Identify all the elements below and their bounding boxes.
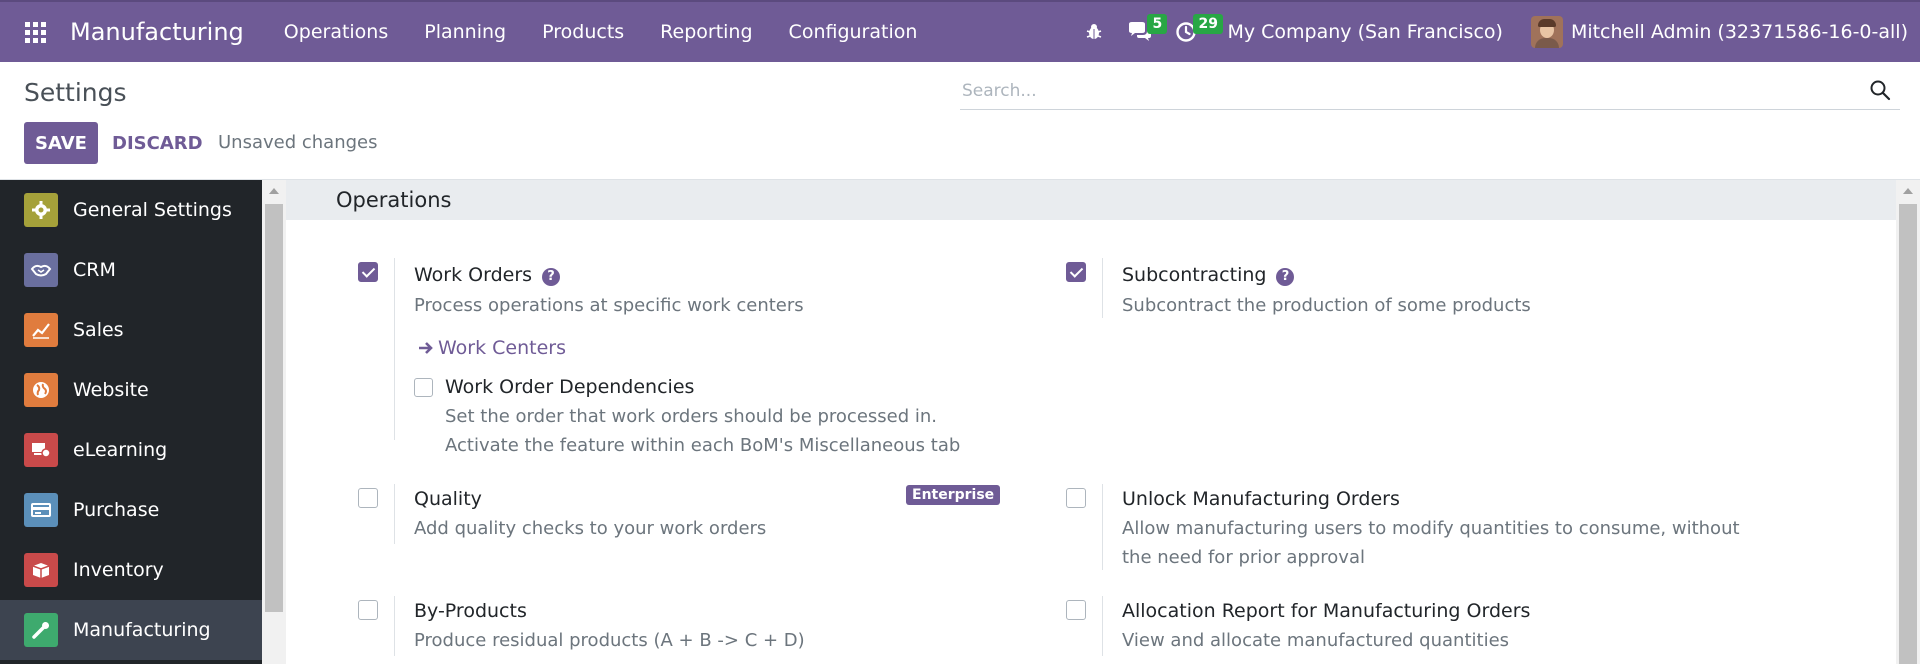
by-products-title: By-Products xyxy=(414,600,527,622)
quality-title: Quality xyxy=(414,488,482,510)
arrow-right-icon xyxy=(419,342,433,354)
discard-button[interactable]: DISCARD xyxy=(112,122,203,164)
work-orders-desc: Process operations at specific work cent… xyxy=(414,295,804,316)
sidebar-item-label: CRM xyxy=(73,259,116,281)
chart-icon xyxy=(24,313,58,347)
gear-icon xyxy=(24,193,58,227)
section-title: Operations xyxy=(286,180,1896,220)
unlock-mo-checkbox[interactable] xyxy=(1066,488,1086,508)
sidebar-item-label: Inventory xyxy=(73,559,164,581)
sidebar-item-elearning[interactable]: eLearning xyxy=(0,420,262,480)
menu-products[interactable]: Products xyxy=(524,2,642,62)
settings-sidebar: General Settings CRM Sales Website eLear… xyxy=(0,180,262,664)
unlock-mo-desc: Allow manufacturing users to modify quan… xyxy=(1122,518,1740,568)
apps-menu-icon[interactable] xyxy=(0,2,70,62)
user-name: Mitchell Admin (32371586-16-0-all) xyxy=(1570,21,1908,43)
wrench-icon xyxy=(24,613,58,647)
debug-icon[interactable] xyxy=(1071,2,1117,62)
sidebar-item-label: eLearning xyxy=(73,439,168,461)
allocation-report-checkbox[interactable] xyxy=(1066,600,1086,620)
subcontracting-desc: Subcontract the production of some produ… xyxy=(1122,295,1531,316)
work-order-dependencies-title: Work Order Dependencies xyxy=(445,376,695,398)
sidebar-item-purchase[interactable]: Purchase xyxy=(0,480,262,540)
user-menu[interactable]: Mitchell Admin (32371586-16-0-all) xyxy=(1521,16,1920,48)
help-icon[interactable]: ? xyxy=(1276,267,1295,286)
company-switcher[interactable]: My Company (San Francisco) xyxy=(1209,21,1520,43)
menu-planning[interactable]: Planning xyxy=(406,2,524,62)
work-orders-checkbox[interactable] xyxy=(358,262,378,282)
sidebar-item-manufacturing[interactable]: Manufacturing xyxy=(0,600,262,660)
activities-count-badge: 29 xyxy=(1193,14,1223,34)
card-icon xyxy=(24,493,58,527)
activities-icon[interactable]: 29 xyxy=(1163,2,1223,62)
sidebar-item-inventory[interactable]: Inventory xyxy=(0,540,262,600)
enterprise-badge: Enterprise xyxy=(906,485,1001,505)
sidebar-item-label: Website xyxy=(73,379,149,401)
handshake-icon xyxy=(24,253,58,287)
save-button[interactable]: SAVE xyxy=(24,122,98,164)
sidebar-item-label: Sales xyxy=(73,319,124,341)
by-products-checkbox[interactable] xyxy=(358,600,378,620)
settings-content: Operations Work Orders? Process operatio… xyxy=(286,180,1896,664)
allocation-report-desc: View and allocate manufactured quantitie… xyxy=(1122,630,1510,651)
search-bar xyxy=(960,74,1900,110)
work-order-dependencies-desc: Set the order that work orders should be… xyxy=(445,406,961,456)
menu-configuration[interactable]: Configuration xyxy=(771,2,936,62)
menu-operations[interactable]: Operations xyxy=(266,2,406,62)
sidebar-item-website[interactable]: Website xyxy=(0,360,262,420)
sidebar-item-sales[interactable]: Sales xyxy=(0,300,262,360)
allocation-report-title: Allocation Report for Manufacturing Orde… xyxy=(1122,600,1531,622)
sidebar-item-label: Manufacturing xyxy=(73,619,211,641)
quality-checkbox[interactable] xyxy=(358,488,378,508)
sidebar-scrollbar[interactable] xyxy=(262,180,286,664)
messages-icon[interactable]: 5 xyxy=(1117,2,1168,62)
avatar xyxy=(1530,16,1563,48)
work-centers-link[interactable]: Work Centers xyxy=(418,337,566,359)
subcontracting-checkbox[interactable] xyxy=(1066,262,1086,282)
quality-desc: Add quality checks to your work orders xyxy=(414,518,767,539)
help-icon[interactable]: ? xyxy=(542,267,561,286)
menu-reporting[interactable]: Reporting xyxy=(642,2,770,62)
page-title: Settings xyxy=(24,78,127,107)
work-orders-title: Work Orders? xyxy=(414,264,561,286)
unsaved-status: Unsaved changes xyxy=(218,132,378,153)
sidebar-item-general-settings[interactable]: General Settings xyxy=(0,180,262,240)
box-icon xyxy=(24,553,58,587)
content-scrollbar[interactable] xyxy=(1896,180,1920,664)
unlock-mo-title: Unlock Manufacturing Orders xyxy=(1122,488,1400,510)
subcontracting-title: Subcontracting? xyxy=(1122,264,1295,286)
top-navbar: Manufacturing Operations Planning Produc… xyxy=(0,0,1920,62)
elearning-icon xyxy=(24,433,58,467)
sidebar-item-crm[interactable]: CRM xyxy=(0,240,262,300)
work-order-dependencies-checkbox[interactable] xyxy=(414,378,433,397)
search-icon[interactable] xyxy=(1868,78,1892,102)
search-input[interactable] xyxy=(960,74,1840,108)
systray: 5 29 My Company (San Francisco) Mitchell… xyxy=(1071,2,1920,62)
by-products-desc: Produce residual products (A + B -> C + … xyxy=(414,630,805,651)
globe-icon xyxy=(24,373,58,407)
sidebar-item-label: Purchase xyxy=(73,499,160,521)
control-panel: Settings SAVE DISCARD Unsaved changes xyxy=(0,62,1920,180)
app-brand[interactable]: Manufacturing xyxy=(70,18,244,46)
main-menu: Operations Planning Products Reporting C… xyxy=(266,2,936,62)
sidebar-item-label: General Settings xyxy=(73,199,232,221)
